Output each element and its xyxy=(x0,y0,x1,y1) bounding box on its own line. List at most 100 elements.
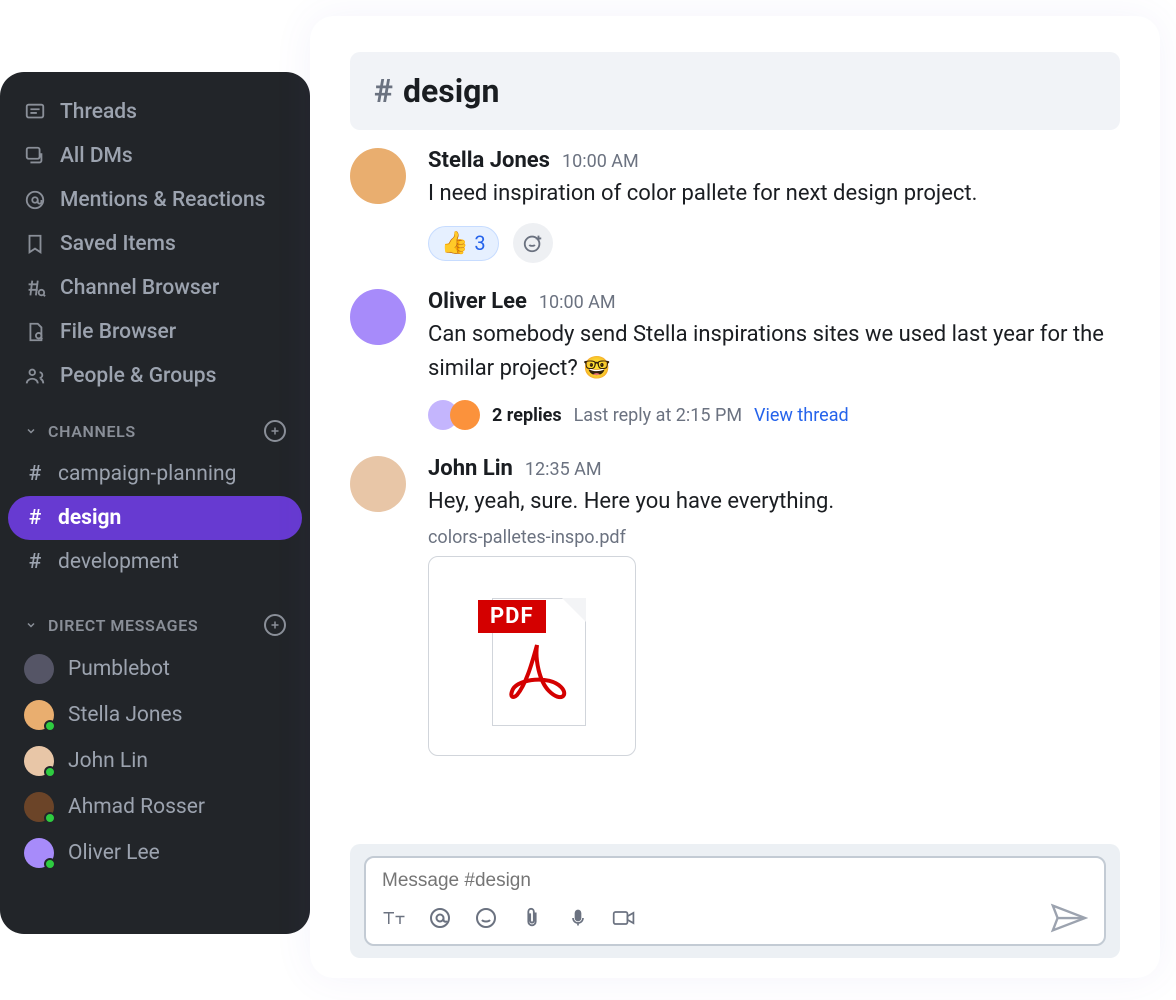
message-time: 10:00 AM xyxy=(539,292,616,313)
formatting-button[interactable] xyxy=(382,906,406,930)
message-text: Hey, yeah, sure. Here you have everythin… xyxy=(428,485,1120,519)
add-dm-button[interactable] xyxy=(264,614,286,636)
avatar xyxy=(24,700,54,730)
avatar xyxy=(350,289,406,345)
attach-button[interactable] xyxy=(520,906,544,930)
message-input-field[interactable] xyxy=(382,870,1088,892)
dm-name: Ahmad Rosser xyxy=(68,795,205,819)
pdf-badge: PDF xyxy=(478,600,546,633)
message-time: 12:35 AM xyxy=(525,459,602,480)
mention-button[interactable] xyxy=(428,906,452,930)
nav-label: People & Groups xyxy=(60,364,216,388)
message-input[interactable] xyxy=(364,856,1106,946)
message-author: Oliver Lee xyxy=(428,289,527,314)
avatar xyxy=(24,792,54,822)
send-button[interactable] xyxy=(1050,902,1088,934)
pdf-icon: PDF xyxy=(478,586,586,726)
nav-file-browser[interactable]: File Browser xyxy=(8,310,302,354)
nav-label: Channel Browser xyxy=(60,276,219,300)
nav-label: Mentions & Reactions xyxy=(60,188,265,212)
nav-all-dms[interactable]: All DMs xyxy=(8,134,302,178)
video-button[interactable] xyxy=(612,906,636,930)
hash-icon: # xyxy=(24,462,46,486)
attachment-name: colors-palletes-inspo.pdf xyxy=(428,527,1120,548)
bookmark-icon xyxy=(24,233,46,255)
dms-list: Pumblebot Stella Jones John Lin Ahmad Ro… xyxy=(8,646,302,876)
avatar xyxy=(350,456,406,512)
hash-icon: # xyxy=(24,506,46,530)
threads-icon xyxy=(24,101,46,123)
thread-last: Last reply at 2:15 PM xyxy=(574,405,742,426)
avatar xyxy=(24,654,54,684)
dm-item[interactable]: John Lin xyxy=(8,738,302,784)
message-author: John Lin xyxy=(428,456,513,481)
message: Stella Jones 10:00 AM I need inspiration… xyxy=(350,148,1120,263)
message-author: Stella Jones xyxy=(428,148,550,173)
nav-people[interactable]: People & Groups xyxy=(8,354,302,398)
channel-item-design[interactable]: # design xyxy=(8,496,302,540)
view-thread-button[interactable]: View thread xyxy=(754,405,849,426)
avatar xyxy=(450,400,480,430)
reaction-count: 3 xyxy=(474,231,485,255)
message: Oliver Lee 10:00 AM Can somebody send St… xyxy=(350,289,1120,430)
avatar xyxy=(350,148,406,204)
thumbs-up-icon: 👍 xyxy=(441,231,468,256)
message-input-wrap xyxy=(350,844,1120,958)
acrobat-icon xyxy=(509,639,569,709)
dm-name: John Lin xyxy=(68,749,148,773)
file-attachment[interactable]: PDF xyxy=(428,556,636,756)
add-reaction-button[interactable] xyxy=(513,223,553,263)
dm-name: Stella Jones xyxy=(68,703,182,727)
dm-item[interactable]: Stella Jones xyxy=(8,692,302,738)
channel-header[interactable]: # design xyxy=(350,52,1120,130)
nav-label: Saved Items xyxy=(60,232,176,256)
chevron-down-icon xyxy=(24,618,38,632)
channel-name: development xyxy=(58,550,179,574)
dm-name: Pumblebot xyxy=(68,657,170,681)
all-dms-icon xyxy=(24,145,46,167)
nav-label: All DMs xyxy=(60,144,133,168)
channel-item-development[interactable]: # development xyxy=(8,540,302,584)
channel-name: campaign-planning xyxy=(58,462,236,486)
dm-item[interactable]: Oliver Lee xyxy=(8,830,302,876)
chevron-down-icon xyxy=(24,424,38,438)
channel-browser-icon xyxy=(24,277,46,299)
channels-list: # campaign-planning # design # developme… xyxy=(8,452,302,584)
message-text: I need inspiration of color pallete for … xyxy=(428,177,1120,211)
dm-item[interactable]: Ahmad Rosser xyxy=(8,784,302,830)
nav-label: File Browser xyxy=(60,320,176,344)
dm-name: Oliver Lee xyxy=(68,841,160,865)
thread-avatars[interactable] xyxy=(428,400,480,430)
nav-saved[interactable]: Saved Items xyxy=(8,222,302,266)
avatar xyxy=(24,838,54,868)
reaction-thumbs-up[interactable]: 👍 3 xyxy=(428,226,499,261)
section-title-text: CHANNELS xyxy=(48,422,136,441)
message: John Lin 12:35 AM Hey, yeah, sure. Here … xyxy=(350,456,1120,756)
dm-item[interactable]: Pumblebot xyxy=(8,646,302,692)
avatar xyxy=(24,746,54,776)
dms-header[interactable]: DIRECT MESSAGES xyxy=(8,604,302,646)
section-title-text: DIRECT MESSAGES xyxy=(48,616,198,635)
channel-title: design xyxy=(403,72,499,110)
nav-channel-browser[interactable]: Channel Browser xyxy=(8,266,302,310)
message-text: Can somebody send Stella inspirations si… xyxy=(428,318,1120,386)
messages-area: Stella Jones 10:00 AM I need inspiration… xyxy=(350,148,1120,844)
add-channel-button[interactable] xyxy=(264,420,286,442)
channel-item-campaign-planning[interactable]: # campaign-planning xyxy=(8,452,302,496)
channel-name: design xyxy=(58,506,121,530)
hash-icon: # xyxy=(374,72,393,110)
emoji-plus-icon xyxy=(522,232,544,254)
nav-mentions[interactable]: Mentions & Reactions xyxy=(8,178,302,222)
emoji-button[interactable] xyxy=(474,906,498,930)
main-panel: # design Stella Jones 10:00 AM I need in… xyxy=(310,16,1160,978)
sidebar-nav: Threads All DMs Mentions & Reactions Sav… xyxy=(8,90,302,398)
people-icon xyxy=(24,365,46,387)
hash-icon: # xyxy=(24,550,46,574)
channels-header[interactable]: CHANNELS xyxy=(8,410,302,452)
nav-label: Threads xyxy=(60,100,137,124)
voice-button[interactable] xyxy=(566,906,590,930)
nav-threads[interactable]: Threads xyxy=(8,90,302,134)
thread-count[interactable]: 2 replies xyxy=(492,405,562,426)
file-browser-icon xyxy=(24,321,46,343)
sidebar: Threads All DMs Mentions & Reactions Sav… xyxy=(0,72,310,934)
